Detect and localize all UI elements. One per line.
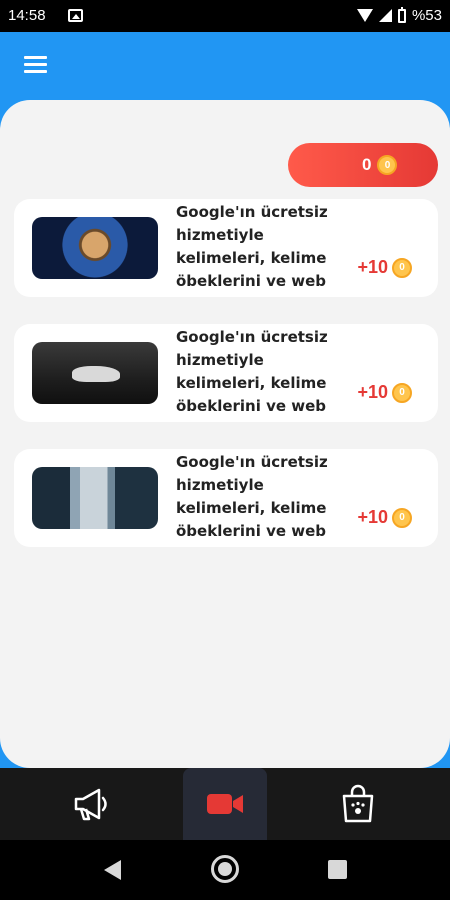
nav-item-videos[interactable] bbox=[183, 768, 267, 840]
video-camera-icon bbox=[207, 794, 243, 814]
task-reward: +10 0 bbox=[357, 382, 412, 403]
back-icon[interactable] bbox=[104, 860, 121, 880]
task-reward: +10 0 bbox=[357, 257, 412, 278]
recent-apps-icon[interactable] bbox=[328, 860, 347, 879]
hamburger-menu-icon[interactable] bbox=[24, 56, 47, 74]
coin-icon: 0 bbox=[392, 507, 412, 528]
task-card[interactable]: Google'ın ücretsiz hizmetiyle kelimeleri… bbox=[14, 449, 438, 547]
coin-balance: 0 bbox=[362, 155, 372, 174]
signal-icon bbox=[378, 9, 392, 22]
system-navigation-bar bbox=[0, 840, 450, 900]
nav-item-announcements[interactable] bbox=[50, 768, 134, 840]
task-reward: +10 0 bbox=[357, 507, 412, 528]
coin-balance-badge: 0 0 bbox=[288, 143, 438, 187]
task-description: Google'ın ücretsiz hizmetiyle kelimeleri… bbox=[176, 203, 328, 297]
bottom-navigation bbox=[0, 768, 450, 840]
wifi-icon bbox=[356, 9, 373, 22]
battery-level: %53 bbox=[411, 7, 442, 24]
city-alley-image bbox=[32, 467, 158, 529]
status-time: 14:58 bbox=[8, 7, 46, 24]
reward-amount: +10 bbox=[357, 257, 388, 277]
nav-item-shop[interactable] bbox=[316, 768, 400, 840]
coin-icon: 0 bbox=[392, 257, 412, 278]
status-bar: 14:58 %53 bbox=[0, 0, 450, 32]
reward-amount: +10 bbox=[357, 507, 388, 527]
astronaut-cat-image bbox=[32, 217, 158, 279]
reward-amount: +10 bbox=[357, 382, 388, 402]
task-description: Google'ın ücretsiz hizmetiyle kelimeleri… bbox=[176, 453, 328, 547]
task-description: Google'ın ücretsiz hizmetiyle kelimeleri… bbox=[176, 328, 328, 422]
coin-icon: 0 bbox=[377, 155, 398, 175]
status-indicators: %53 bbox=[356, 6, 442, 24]
megaphone-icon bbox=[74, 788, 107, 821]
battery-icon bbox=[397, 6, 406, 23]
task-card[interactable]: Google'ın ücretsiz hizmetiyle kelimeleri… bbox=[14, 324, 438, 422]
gallery-notification-icon bbox=[68, 9, 83, 22]
app-bar bbox=[0, 32, 450, 100]
task-card[interactable]: Google'ın ücretsiz hizmetiyle kelimeleri… bbox=[14, 199, 438, 297]
white-wolf-image bbox=[32, 342, 158, 404]
main-content: 0 0 Google'ın ücretsiz hizmetiyle kelime… bbox=[0, 100, 450, 768]
home-icon[interactable] bbox=[211, 855, 239, 883]
coin-icon: 0 bbox=[392, 382, 412, 403]
shopping-bag-icon bbox=[342, 784, 374, 823]
